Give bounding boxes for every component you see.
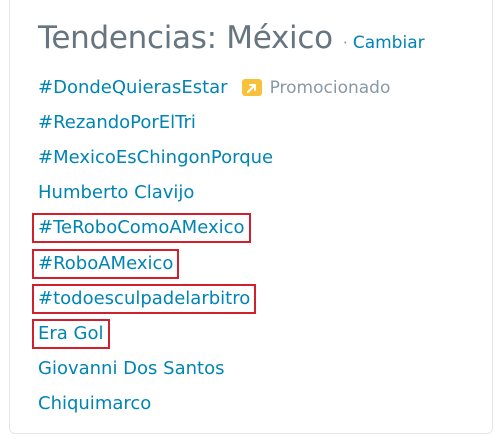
trend-list: #DondeQuierasEstar Promocionado #Rezando… [31, 70, 390, 422]
trend-item-highlighted: #RoboAMexico [31, 246, 390, 281]
trends-title: Tendencias: México [38, 20, 333, 56]
trend-item-highlighted: Era Gol [32, 316, 390, 351]
trends-module: Tendencias: México · Cambiar #DondeQuier… [9, 0, 493, 434]
trend-link[interactable]: Humberto Clavijo [38, 182, 194, 204]
promoted-label: Promocionado [269, 77, 391, 98]
trend-link[interactable]: #MexicoEsChingonPorque [38, 147, 273, 169]
promoted-arrow-icon [241, 79, 262, 97]
trend-link[interactable]: #RoboAMexico [31, 248, 180, 279]
trend-item: #MexicoEsChingonPorque [38, 140, 390, 175]
trend-link[interactable]: Giovanni Dos Santos [38, 358, 224, 380]
trend-item: #DondeQuierasEstar Promocionado [38, 70, 390, 105]
trend-item: Chiquimarco [38, 387, 390, 422]
trend-item: Humberto Clavijo [38, 176, 390, 211]
trend-link[interactable]: #RezandoPorElTri [38, 112, 196, 134]
header-separator: · [342, 33, 348, 52]
promoted-badge: Promocionado [241, 77, 391, 98]
trends-header: Tendencias: México · Cambiar [38, 20, 425, 64]
trend-item: Giovanni Dos Santos [38, 352, 390, 387]
trend-item-highlighted: #todoesculpadelarbitro [31, 281, 390, 316]
trend-link[interactable]: #DondeQuierasEstar [38, 77, 228, 99]
change-location-link[interactable]: Cambiar [353, 33, 425, 53]
trend-item: #RezandoPorElTri [38, 105, 390, 140]
trend-item-highlighted: #TeRoboComoAMexico [32, 211, 390, 246]
trend-link[interactable]: #todoesculpadelarbitro [31, 283, 257, 314]
trend-link[interactable]: Era Gol [32, 318, 110, 349]
trend-link[interactable]: Chiquimarco [38, 393, 151, 415]
trend-link[interactable]: #TeRoboComoAMexico [32, 213, 251, 244]
